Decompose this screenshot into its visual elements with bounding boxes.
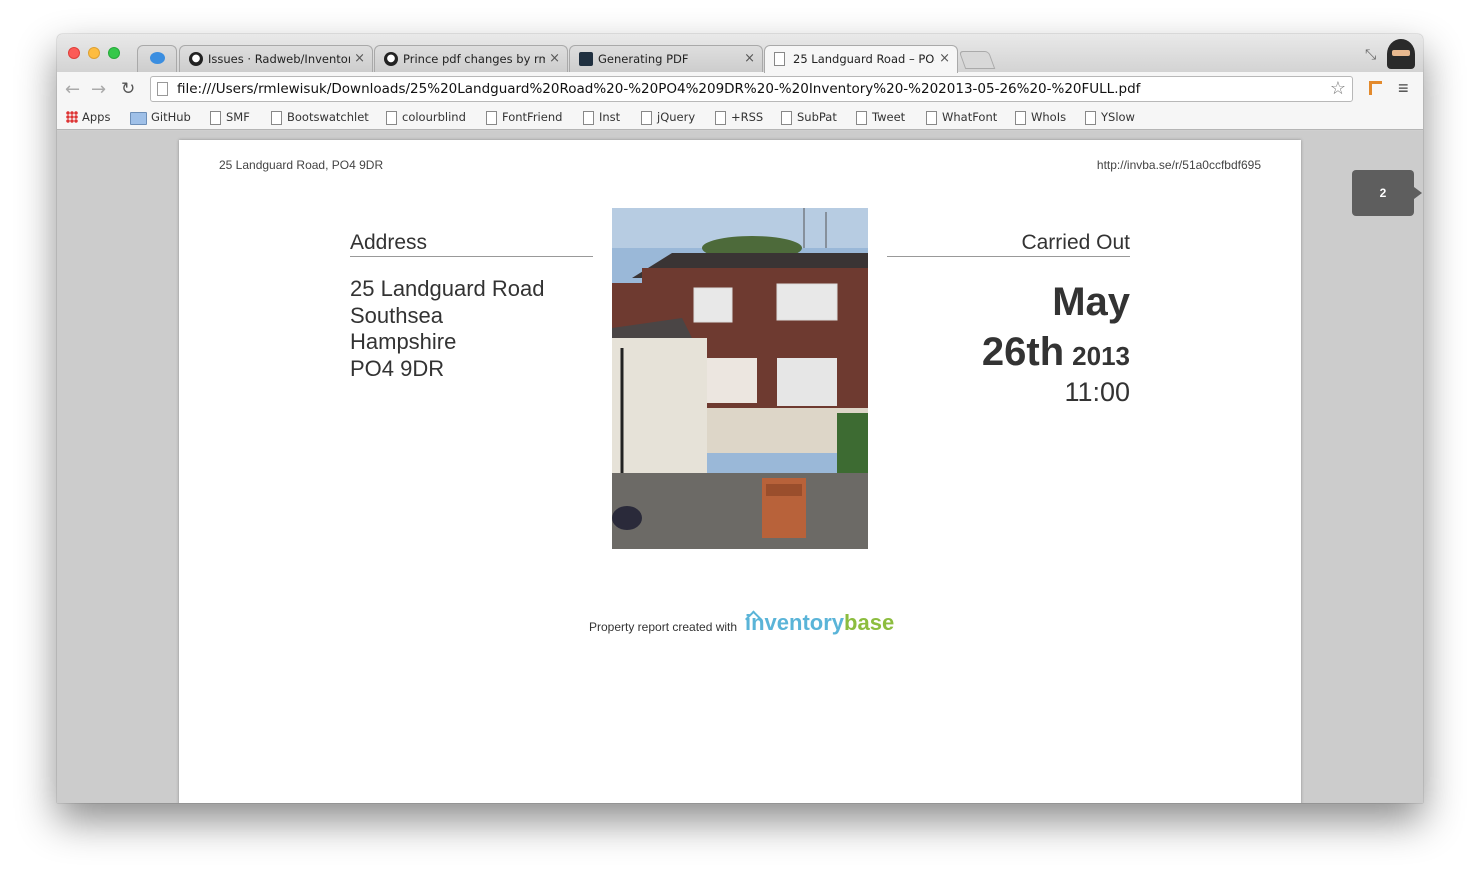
extension-flag-icon[interactable]: [1367, 80, 1383, 96]
toolbar: ← → ↻ file:///Users/rmlewisuk/Downloads/…: [57, 72, 1423, 106]
page-header-address: 25 Landguard Road, PO4 9DR: [219, 158, 384, 172]
forward-arrow-icon[interactable]: →: [91, 79, 106, 100]
tab-landguard-pdf[interactable]: 25 Landguard Road – PO4 ×: [764, 45, 958, 73]
back-arrow-icon[interactable]: ←: [65, 79, 80, 100]
inspection-month: May: [1052, 280, 1130, 324]
page-number-indicator: 2: [1352, 170, 1422, 216]
window-minimize-button[interactable]: [88, 47, 100, 59]
logo-part-inventory: inventory: [745, 610, 845, 635]
tab-prince-pdf[interactable]: ● Prince pdf changes by rmle ×: [374, 45, 568, 72]
inspection-time: 11:00: [1064, 377, 1130, 407]
bookmark-yslow[interactable]: YSlow: [1084, 110, 1135, 125]
address-line: PO4 9DR: [350, 355, 445, 381]
window-maximize-button[interactable]: [108, 47, 120, 59]
property-photo: [612, 208, 868, 549]
bookmark-github[interactable]: GitHub: [129, 110, 191, 125]
bookmark-inst[interactable]: Inst: [582, 110, 620, 125]
generic-favicon: [579, 52, 593, 66]
page-header-link[interactable]: http://invba.se/r/51a0ccfbdf695: [1097, 158, 1261, 172]
bookmark-star-icon[interactable]: ☆: [1330, 78, 1346, 99]
close-icon[interactable]: ×: [939, 51, 950, 66]
bookmarks-bar: Apps GitHub SMF Bootswatchlet colourblin…: [57, 106, 1423, 130]
close-icon[interactable]: ×: [744, 51, 755, 66]
tab-issues[interactable]: ● Issues · Radweb/Inventory ×: [179, 45, 373, 72]
bookmark-jquery[interactable]: jQuery: [640, 110, 695, 125]
logo-part-base: base: [844, 610, 895, 635]
bookmark-colourblind[interactable]: colourblind: [385, 110, 466, 125]
tab-generating-pdf[interactable]: Generating PDF ×: [569, 45, 763, 72]
tab-label: Prince pdf changes by rmle: [403, 52, 545, 66]
bookmark-whatfont[interactable]: WhatFont: [925, 110, 997, 125]
page-icon: [157, 82, 168, 96]
browser-window: ● Issues · Radweb/Inventory × ● Prince p…: [57, 34, 1423, 803]
close-icon[interactable]: ×: [549, 51, 560, 66]
user-avatar[interactable]: [1387, 39, 1415, 69]
address-line: Hampshire: [350, 329, 457, 354]
address-bar[interactable]: file:///Users/rmlewisuk/Downloads/25%20L…: [150, 76, 1353, 102]
address-block: 25 Landguard Road Southsea Hampshire PO4…: [350, 276, 545, 382]
bookmark-fontfriend[interactable]: FontFriend: [485, 110, 562, 125]
github-icon: ●: [384, 52, 398, 66]
tab-label: Issues · Radweb/Inventory: [208, 52, 350, 66]
tab-label: Generating PDF: [598, 52, 689, 66]
bookmark-smf[interactable]: SMF: [209, 110, 250, 125]
address-line: 25 Landguard Road: [350, 276, 545, 301]
url-text[interactable]: file:///Users/rmlewisuk/Downloads/25%20L…: [177, 81, 1140, 97]
tab-strip: ● Issues · Radweb/Inventory × ● Prince p…: [57, 34, 1423, 73]
pdf-page: 25 Landguard Road, PO4 9DR http://invba.…: [179, 140, 1301, 803]
bookmark-whois[interactable]: WhoIs: [1014, 110, 1066, 125]
inspection-date: 26th 2013: [982, 330, 1130, 375]
bookmark-subpat[interactable]: SubPat: [780, 110, 837, 125]
bookmark-apps[interactable]: Apps: [65, 110, 110, 124]
inspection-day: 26th: [981, 330, 1065, 374]
fullscreen-icon[interactable]: ⤡: [1365, 46, 1376, 63]
inspection-year: 2013: [1072, 341, 1130, 371]
bookmark-rss[interactable]: +RSS: [714, 110, 763, 125]
tab-chat[interactable]: [137, 45, 177, 72]
reload-icon[interactable]: ↻: [121, 79, 135, 99]
bookmark-bootswatchlet[interactable]: Bootswatchlet: [270, 110, 369, 125]
carried-out-heading: Carried Out: [887, 231, 1130, 257]
address-line: Southsea: [350, 302, 443, 328]
menu-icon[interactable]: ≡: [1398, 78, 1409, 99]
document-icon: [774, 52, 785, 66]
address-heading: Address: [350, 231, 593, 257]
inventorybase-logo: inventorybase: [745, 610, 894, 636]
footer-credit: Property report created with: [589, 620, 738, 634]
window-close-button[interactable]: [68, 47, 80, 59]
pdf-viewport[interactable]: 25 Landguard Road, PO4 9DR http://invba.…: [57, 131, 1423, 803]
tab-label: 25 Landguard Road – PO4: [793, 52, 935, 66]
github-icon: ●: [189, 52, 203, 66]
new-tab-button[interactable]: [958, 51, 996, 69]
close-icon[interactable]: ×: [354, 51, 365, 66]
bookmark-tweet[interactable]: Tweet: [855, 110, 905, 125]
chat-bubble-icon: [150, 52, 165, 64]
